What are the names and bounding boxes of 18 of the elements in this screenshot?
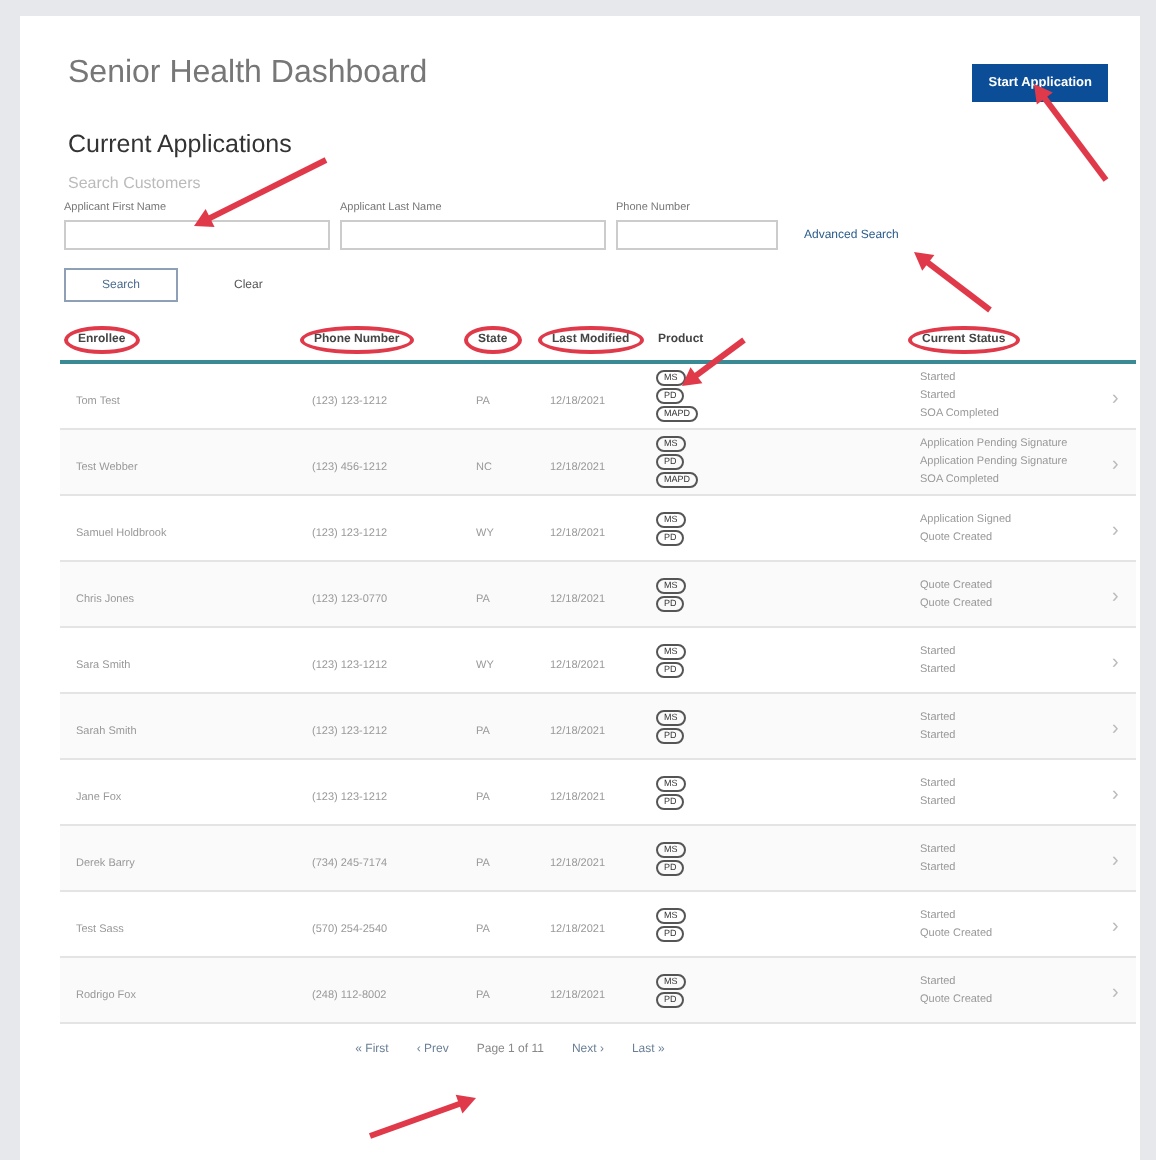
input-field[interactable] <box>616 220 778 250</box>
section-title: Current Applications <box>68 130 294 158</box>
chevron-icon[interactable]: › <box>1112 916 1119 938</box>
chevron-icon[interactable]: › <box>1112 652 1119 674</box>
input-field[interactable] <box>64 220 330 250</box>
chevron-icon[interactable]: › <box>1112 784 1119 806</box>
annotation-arrow <box>914 252 992 313</box>
annotation-arrow <box>369 1094 476 1139</box>
chevron-icon[interactable]: › <box>1112 718 1119 740</box>
chevron-icon[interactable]: › <box>1112 982 1119 1004</box>
chevron-icon[interactable]: › <box>1112 586 1119 608</box>
page-title: Senior Health Dashboard <box>68 56 428 92</box>
search-title: Search Customers <box>68 174 203 192</box>
chevron-icon[interactable]: › <box>1112 454 1119 476</box>
chevron-icon[interactable]: › <box>1112 850 1119 872</box>
input-field[interactable] <box>340 220 606 250</box>
chevron-icon[interactable]: › <box>1112 388 1119 410</box>
chevron-icon[interactable]: › <box>1112 520 1119 542</box>
